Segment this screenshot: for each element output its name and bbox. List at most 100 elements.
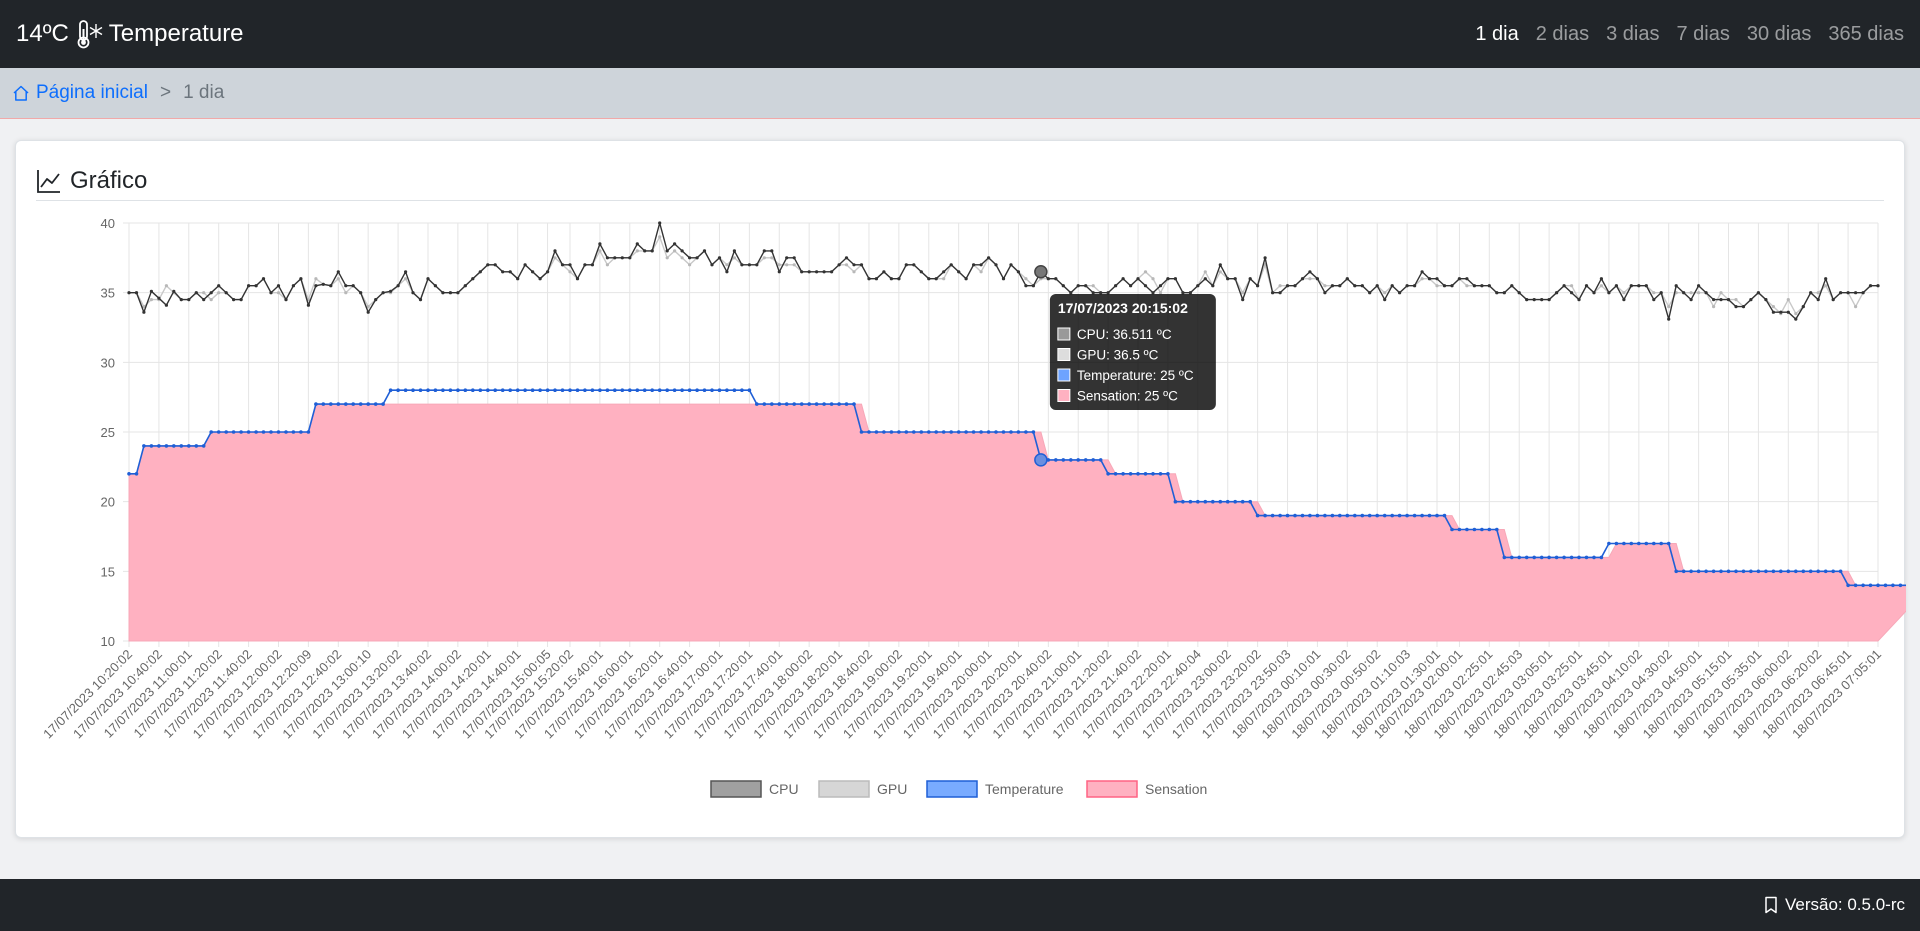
gpu-point (1786, 298, 1790, 302)
temperature-point (799, 402, 804, 406)
cpu-point (314, 284, 318, 288)
nav-link-7-dias[interactable]: 7 dias (1677, 23, 1730, 46)
gpu-line (129, 236, 1878, 315)
temperature-point (1069, 458, 1073, 462)
cpu-point (1442, 284, 1447, 288)
cpu-point (1644, 284, 1648, 288)
cpu-point (1001, 277, 1006, 281)
temperature-point (194, 444, 199, 448)
nav-link-3-dias[interactable]: 3 dias (1606, 23, 1659, 46)
temperature-point (1173, 499, 1178, 504)
temperature-point (299, 430, 303, 434)
cpu-point (658, 221, 662, 225)
gpu-point (336, 277, 340, 281)
nav-link-2-dias[interactable]: 2 dias (1536, 23, 1589, 46)
temperature-point (411, 388, 415, 392)
cpu-point (164, 303, 168, 307)
cpu-point (486, 263, 490, 267)
cpu-point (284, 298, 288, 302)
cpu-point (732, 249, 737, 253)
temperature-point (1083, 458, 1088, 462)
cpu-point (1584, 284, 1589, 288)
cpu-point (1592, 291, 1596, 295)
gpu-point (1734, 298, 1738, 302)
cpu-point (1293, 284, 1297, 288)
temperature-point (127, 472, 131, 476)
temperature-point (852, 402, 856, 406)
temperature-point (1794, 569, 1798, 574)
cpu-point (142, 310, 146, 314)
legend-swatch-gpu (818, 780, 870, 798)
gpu-point (568, 270, 572, 274)
temperature-point (1771, 569, 1776, 574)
temperature-point (358, 402, 363, 406)
gpu-point (209, 298, 213, 302)
temperature-chart[interactable]: 10 15 20 25 30 35 40 17/07/2023 10:20:0217/07/2… (16, 141, 1906, 839)
cpu-point (590, 263, 595, 267)
gpu-point (1203, 270, 1207, 274)
cpu-point (1323, 291, 1327, 295)
temperature-point (672, 388, 677, 392)
temperature-point (486, 388, 490, 392)
cpu-point (456, 291, 460, 295)
cpu-point (1577, 298, 1581, 302)
temperature-point (642, 388, 647, 392)
brand[interactable]: 14ºC Temperature (16, 19, 244, 49)
x-tick-labels: 17/07/2023 10:20:0217/07/2023 10:40:0217… (40, 647, 1884, 742)
cpu-point (852, 263, 856, 267)
temperature-point (889, 430, 894, 434)
temperature-point (1263, 513, 1267, 518)
nav-link-30-dias[interactable]: 30 dias (1747, 23, 1812, 46)
temperature-point (897, 430, 901, 434)
cpu-point (994, 263, 998, 267)
cpu-point (1427, 277, 1432, 281)
temperature-point (216, 430, 221, 434)
nav-link-1-dia[interactable]: 1 dia (1475, 23, 1518, 46)
temperature-point (1427, 513, 1432, 518)
cpu-point (1308, 270, 1312, 274)
cpu-point (1502, 291, 1506, 295)
cpu-point (665, 249, 669, 253)
cpu-point (1196, 284, 1200, 288)
cpu-point (366, 310, 370, 314)
gpu-point (1091, 284, 1095, 288)
cpu-point (157, 296, 161, 300)
temperature-point (1225, 499, 1230, 504)
temperature-point (994, 430, 998, 434)
temperature-point (1883, 583, 1888, 588)
cpu-point (882, 270, 886, 274)
cpu-point (232, 298, 236, 302)
cpu-point (1061, 284, 1065, 288)
cpu-point (1816, 298, 1820, 302)
cpu-point (874, 277, 879, 281)
temperature-point (1435, 513, 1439, 518)
cpu-point (1375, 284, 1379, 288)
temperature-point (1696, 569, 1701, 574)
cpu-point (1868, 284, 1873, 288)
temperature-point (1510, 555, 1514, 560)
temperature-point (142, 444, 146, 448)
cpu-point (1555, 291, 1559, 295)
cpu-point (1689, 298, 1693, 302)
cpu-point (254, 284, 258, 288)
breadcrumb-home-link[interactable]: Página inicial (12, 82, 148, 104)
cpu-point (1383, 298, 1387, 302)
temperature-point (1861, 583, 1865, 588)
temperature-point (1562, 555, 1566, 560)
temperature-point (1345, 513, 1350, 518)
gpu-point (217, 291, 221, 295)
cpu-point (1188, 291, 1192, 295)
temperature-point (1054, 458, 1058, 462)
gpu-point (1570, 284, 1574, 288)
cpu-point (329, 284, 333, 288)
gpu-point (852, 270, 856, 274)
cpu-point (194, 291, 198, 295)
temperature-point (1061, 458, 1066, 462)
cpu-point (972, 263, 976, 267)
temperature-point (583, 388, 587, 392)
temperature-point (814, 402, 819, 406)
temperature-point (1016, 430, 1021, 434)
nav-link-365-dias[interactable]: 365 dias (1828, 23, 1904, 46)
temperature-point (456, 388, 460, 392)
temperature-point (732, 388, 737, 392)
